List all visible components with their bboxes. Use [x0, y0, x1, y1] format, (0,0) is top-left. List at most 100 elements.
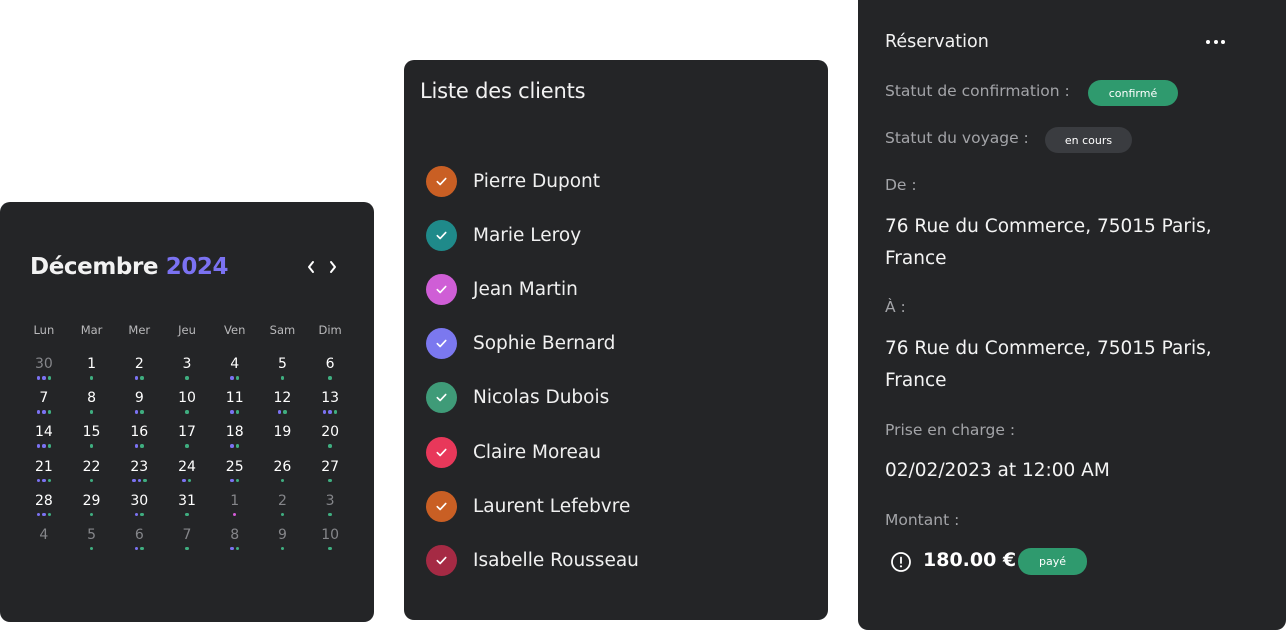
calendar-day[interactable]: 27 — [306, 459, 354, 493]
event-dot — [42, 478, 46, 483]
calendar-day[interactable]: 13 — [306, 390, 354, 424]
calendar-day[interactable]: 28 — [20, 493, 68, 527]
event-dot — [182, 478, 186, 483]
checkbox-checked-icon[interactable] — [426, 219, 457, 251]
client-item[interactable]: Isabelle Rousseau — [426, 533, 639, 587]
checkbox-checked-icon[interactable] — [426, 436, 457, 468]
calendar-day[interactable]: 9 — [259, 527, 307, 561]
calendar-day[interactable]: 8 — [68, 390, 116, 424]
calendar-day[interactable]: 11 — [211, 390, 259, 424]
calendar-day[interactable]: 1 — [211, 493, 259, 527]
calendar-day[interactable]: 4 — [211, 356, 259, 390]
calendar-day-number: 25 — [225, 458, 244, 475]
event-dot — [283, 410, 287, 414]
chevron-left-icon[interactable] — [306, 259, 316, 278]
client-item[interactable]: Nicolas Dubois — [426, 371, 639, 425]
calendar-day[interactable]: 3 — [306, 493, 354, 527]
event-dots — [115, 376, 163, 380]
calendar-day[interactable]: 31 — [163, 493, 211, 527]
calendar-day[interactable]: 1 — [68, 356, 116, 390]
client-name: Isabelle Rousseau — [473, 549, 639, 571]
calendar-day[interactable]: 7 — [163, 527, 211, 561]
calendar-day[interactable]: 29 — [68, 493, 116, 527]
calendar-day[interactable]: 6 — [306, 356, 354, 390]
calendar-day-number: 3 — [325, 492, 335, 509]
calendar-day-number: 19 — [273, 424, 292, 441]
calendar-day[interactable]: 10 — [306, 527, 354, 561]
weekday-header: Lun Mar Mer Jeu Ven Sam Dim — [20, 323, 354, 337]
calendar-day[interactable]: 5 — [68, 527, 116, 561]
client-item[interactable]: Jean Martin — [426, 262, 639, 316]
calendar-day[interactable]: 10 — [163, 390, 211, 424]
checkbox-checked-icon[interactable] — [426, 382, 457, 414]
calendar-day[interactable]: 20 — [306, 424, 354, 458]
event-dot — [185, 376, 189, 380]
calendar-day[interactable]: 2 — [115, 356, 163, 390]
event-dot — [134, 410, 139, 414]
event-dot — [230, 376, 234, 380]
event-dots — [259, 376, 307, 380]
event-dot — [36, 410, 41, 414]
event-dots — [20, 478, 68, 483]
calendar-day[interactable]: 6 — [115, 527, 163, 561]
calendar-day-number: 10 — [178, 390, 196, 407]
calendar-day[interactable]: 2 — [259, 493, 307, 527]
calendar-day-number: 21 — [34, 458, 53, 475]
confirmation-status-badge: confirmé — [1088, 80, 1178, 106]
checkbox-checked-icon[interactable] — [426, 273, 457, 305]
calendar-day[interactable]: 30 — [115, 493, 163, 527]
calendar-day[interactable]: 14 — [20, 424, 68, 458]
event-dots — [20, 512, 68, 517]
event-dot — [42, 444, 46, 448]
calendar-day[interactable]: 18 — [211, 424, 259, 458]
calendar-day[interactable]: 26 — [259, 459, 307, 493]
calendar-day[interactable]: 15 — [68, 424, 116, 458]
calendar-day-number: 9 — [277, 526, 287, 543]
checkbox-checked-icon[interactable] — [426, 490, 457, 522]
event-dots — [68, 376, 116, 380]
calendar-day[interactable]: 5 — [259, 356, 307, 390]
calendar-day[interactable]: 7 — [20, 390, 68, 424]
event-dot — [280, 478, 285, 483]
calendar-day[interactable]: 23 — [115, 459, 163, 493]
event-dot — [89, 546, 94, 551]
event-dot — [89, 410, 94, 414]
client-item[interactable]: Laurent Lefebvre — [426, 479, 639, 533]
calendar-month: Décembre — [30, 254, 159, 280]
client-item[interactable]: Marie Leroy — [426, 208, 639, 262]
checkbox-checked-icon[interactable] — [426, 165, 457, 197]
event-dot — [235, 410, 240, 414]
weekday-label: Lun — [33, 323, 55, 337]
calendar-day[interactable]: 21 — [20, 459, 68, 493]
calendar-day[interactable]: 8 — [211, 527, 259, 561]
calendar-day[interactable]: 19 — [259, 424, 307, 458]
calendar-day-number: 8 — [87, 390, 97, 407]
calendar-day[interactable]: 12 — [259, 390, 307, 424]
calendar-day[interactable]: 30 — [20, 356, 68, 390]
payment-status-badge: payé — [1018, 548, 1087, 575]
client-item[interactable]: Claire Moreau — [426, 425, 639, 479]
calendar-day[interactable]: 3 — [163, 356, 211, 390]
event-dot — [328, 546, 332, 551]
calendar-day-number: 1 — [230, 492, 240, 509]
calendar-day[interactable]: 9 — [115, 390, 163, 424]
calendar-day[interactable]: 25 — [211, 459, 259, 493]
event-dot — [280, 546, 285, 551]
calendar-day[interactable]: 16 — [115, 424, 163, 458]
calendar-day[interactable]: 4 — [20, 527, 68, 561]
calendar-day-number: 31 — [178, 492, 196, 509]
checkbox-checked-icon[interactable] — [426, 544, 457, 576]
event-dot — [89, 376, 94, 380]
event-dots — [259, 478, 307, 483]
chevron-right-icon[interactable] — [328, 259, 338, 278]
calendar-day[interactable]: 24 — [163, 459, 211, 493]
event-dots — [259, 546, 307, 551]
more-options-icon[interactable] — [1206, 40, 1225, 44]
calendar-day[interactable]: 22 — [68, 459, 116, 493]
event-dots — [211, 478, 259, 483]
checkbox-checked-icon[interactable] — [426, 328, 457, 360]
client-name: Pierre Dupont — [473, 170, 601, 192]
calendar-day[interactable]: 17 — [163, 424, 211, 458]
client-item[interactable]: Pierre Dupont — [426, 154, 639, 208]
client-item[interactable]: Sophie Bernard — [426, 317, 639, 371]
